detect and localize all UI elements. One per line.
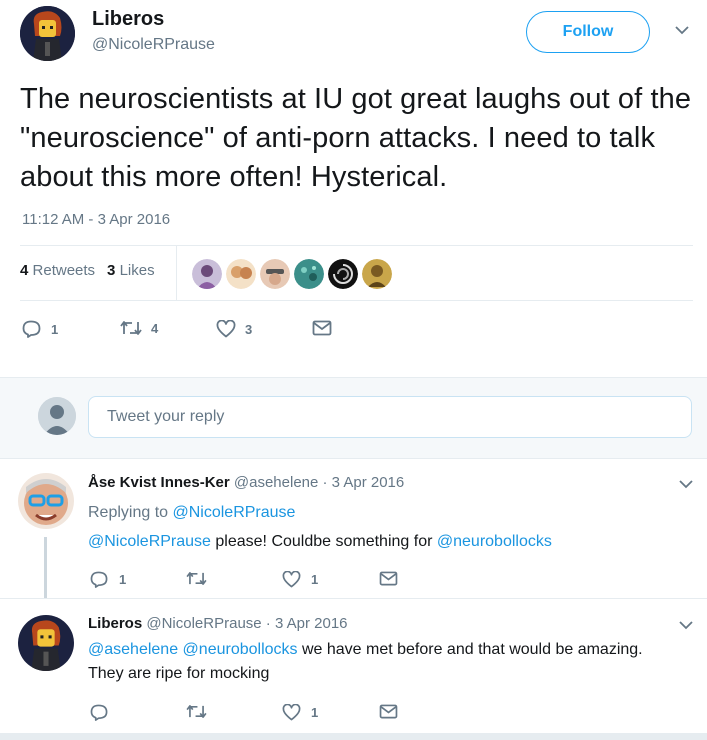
- envelope-icon: [379, 704, 398, 719]
- mention-link[interactable]: @neurobollocks: [437, 533, 552, 550]
- reply-button[interactable]: [90, 704, 109, 721]
- heart-icon: [282, 571, 301, 588]
- chevron-down-icon[interactable]: [675, 26, 689, 35]
- retweet-count: 4: [151, 320, 159, 336]
- reply-text-body: we have met before and that would be ama…: [297, 641, 643, 658]
- reply-author-name[interactable]: Åse Kvist Innes-Ker: [88, 474, 230, 491]
- reply-input[interactable]: [88, 396, 692, 438]
- likes-stat[interactable]: 3 Likes: [107, 262, 155, 279]
- reply-author-meta[interactable]: @asehelene · 3 Apr 2016: [234, 474, 404, 491]
- reply-tweet[interactable]: Åse Kvist Innes-Ker @asehelene · 3 Apr 2…: [0, 459, 707, 599]
- tweet-timestamp[interactable]: 11:12 AM - 3 Apr 2016: [22, 211, 170, 228]
- chevron-down-icon[interactable]: [679, 621, 693, 630]
- reply-header: Liberos @NicoleRPrause · 3 Apr 2016: [88, 615, 348, 632]
- main-tweet: Liberos @NicoleRPrause Follow The neuros…: [0, 0, 707, 377]
- replying-to-label: Replying to: [88, 504, 169, 521]
- reply-text-body: please! Couldbe something for: [210, 533, 437, 550]
- divider: [20, 300, 693, 301]
- current-user-avatar: [38, 397, 76, 435]
- reply-button[interactable]: 1: [90, 571, 126, 588]
- reply-count: 1: [51, 321, 59, 337]
- stats-separator: [176, 246, 177, 300]
- mention-link[interactable]: @NicoleRPrause: [88, 533, 211, 550]
- direct-message-button[interactable]: [312, 320, 332, 336]
- bottom-divider: [0, 733, 707, 740]
- envelope-icon: [312, 320, 332, 336]
- liker-avatar[interactable]: [226, 259, 256, 289]
- envelope-icon: [379, 571, 398, 586]
- liker-avatar[interactable]: [260, 259, 290, 289]
- heart-icon: [216, 320, 236, 338]
- reply-text: @asehelene @neurobollocks we have met be…: [88, 638, 678, 662]
- like-count: 3: [245, 321, 253, 337]
- retweet-button[interactable]: [186, 571, 207, 586]
- retweets-count: 4: [20, 262, 29, 279]
- liker-avatar[interactable]: [362, 259, 392, 289]
- like-count: 1: [311, 572, 319, 587]
- likes-label: Likes: [119, 262, 155, 279]
- like-button[interactable]: 3: [216, 320, 252, 338]
- reply-icon: [90, 704, 108, 721]
- mention-link[interactable]: @asehelene: [88, 641, 178, 658]
- like-button[interactable]: 1: [282, 704, 318, 721]
- author-name[interactable]: Liberos: [92, 8, 164, 31]
- reply-text-line-2: They are ripe for mocking: [88, 665, 270, 682]
- reply-icon: [22, 320, 41, 338]
- follow-button[interactable]: Follow: [526, 11, 650, 53]
- retweets-stat[interactable]: 4 Retweets: [20, 262, 95, 279]
- author-avatar[interactable]: [20, 6, 75, 61]
- liker-avatar[interactable]: [328, 259, 358, 289]
- divider: [0, 598, 707, 599]
- tweet-text: The neuroscientists at IU got great laug…: [20, 83, 692, 193]
- liker-avatar[interactable]: [294, 259, 324, 289]
- reply-button[interactable]: 1: [22, 320, 58, 338]
- reply-author-meta[interactable]: @NicoleRPrause · 3 Apr 2016: [146, 615, 347, 632]
- reply-text: @NicoleRPrause please! Couldbe something…: [88, 530, 678, 554]
- replying-to: Replying to @NicoleRPrause: [88, 501, 678, 525]
- heart-icon: [282, 704, 301, 721]
- likers-avatars: [192, 259, 392, 289]
- retweet-icon: [120, 321, 142, 335]
- reply-count: 1: [119, 572, 127, 587]
- retweet-icon: [186, 705, 207, 718]
- tweet-stats: 4 Retweets 3 Likes: [20, 262, 155, 279]
- divider: [20, 245, 693, 246]
- reply-author-avatar[interactable]: [18, 473, 74, 529]
- like-count: 1: [311, 705, 319, 720]
- like-button[interactable]: 1: [282, 571, 318, 588]
- mention-link[interactable]: @neurobollocks: [183, 641, 298, 658]
- reply-author-name[interactable]: Liberos: [88, 615, 142, 632]
- likes-count: 3: [107, 262, 116, 279]
- reply-icon: [90, 571, 108, 588]
- author-handle[interactable]: @NicoleRPrause: [92, 36, 215, 54]
- direct-message-button[interactable]: [379, 704, 398, 719]
- reply-author-avatar[interactable]: [18, 615, 74, 671]
- retweet-icon: [186, 572, 207, 585]
- liker-avatar[interactable]: [192, 259, 222, 289]
- reply-header: Åse Kvist Innes-Ker @asehelene · 3 Apr 2…: [88, 474, 404, 491]
- reply-composer: [0, 377, 707, 459]
- replying-to-handle[interactable]: @NicoleRPrause: [173, 504, 296, 521]
- retweets-label: Retweets: [32, 262, 96, 279]
- retweet-button[interactable]: 4: [120, 320, 158, 336]
- thread-line: [44, 537, 47, 599]
- retweet-button[interactable]: [186, 704, 207, 719]
- reply-tweet[interactable]: Liberos @NicoleRPrause · 3 Apr 2016 @ase…: [0, 599, 707, 733]
- chevron-down-icon[interactable]: [679, 480, 693, 489]
- direct-message-button[interactable]: [379, 571, 398, 586]
